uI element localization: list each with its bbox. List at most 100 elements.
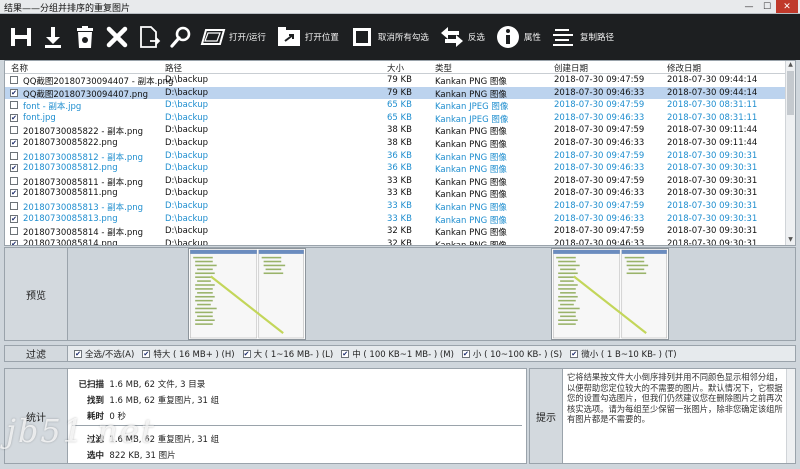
hint-panel: 它将结果按文件大小倒序排列并用不同颜色显示相邻分组，以便帮助您定位较大的不需要的… bbox=[563, 368, 796, 464]
cell-name: 20180730085813 - 副本.png bbox=[23, 203, 144, 213]
table-scrollbar[interactable]: ▲ ▼ bbox=[785, 61, 795, 245]
filter-option[interactable]: ✔ 全选/不选(A) bbox=[74, 348, 134, 360]
row-checkbox[interactable] bbox=[10, 126, 18, 135]
filter-option[interactable]: ✔ 微小 ( 1 B~10 KB- ) (T) bbox=[570, 348, 677, 360]
preview-thumbnail-1[interactable] bbox=[188, 248, 306, 340]
copy-path-label: 复制路径 bbox=[579, 33, 614, 43]
cell-modified: 2018-07-30 08:31:11 bbox=[667, 112, 758, 123]
row-checkbox[interactable] bbox=[10, 151, 18, 160]
cell-name: QQ截图20180730094407.png bbox=[23, 89, 148, 100]
scroll-up-arrow-icon[interactable]: ▲ bbox=[786, 61, 795, 70]
row-checkbox[interactable] bbox=[10, 176, 18, 185]
move-file-icon bbox=[140, 26, 161, 48]
row-checkbox[interactable]: ✔ bbox=[10, 189, 18, 198]
row-checkbox[interactable] bbox=[10, 227, 18, 236]
row-checkbox[interactable] bbox=[10, 76, 18, 84]
open-run-button[interactable]: 打开/运行 bbox=[200, 19, 266, 55]
cell-path: D:\backup bbox=[165, 213, 208, 224]
filter-option[interactable]: ✔ 小 ( 10~100 KB- ) (S) bbox=[461, 348, 563, 360]
scroll-down-arrow-icon[interactable]: ▼ bbox=[786, 236, 795, 245]
preview-thumbnail-2[interactable] bbox=[551, 248, 669, 340]
header-name[interactable]: 名称 bbox=[11, 62, 28, 74]
row-checkbox[interactable] bbox=[10, 101, 18, 110]
cell-name: font - 副本.jpg bbox=[23, 102, 82, 113]
open-location-button[interactable]: 打开位置 bbox=[276, 19, 339, 55]
cell-name: 20180730085822 - 副本.png bbox=[23, 127, 144, 138]
table-row[interactable]: 20180730085813 - 副本.png D:\backup 33 KB Kan… bbox=[5, 200, 785, 213]
filter-option-label: 全选/不选(A) bbox=[85, 349, 135, 360]
scrollbar-thumb[interactable] bbox=[787, 71, 794, 115]
save-icon bbox=[11, 28, 31, 46]
header-path[interactable]: 路径 bbox=[165, 62, 182, 74]
table-row[interactable]: ✔ 20180730085814.png D:\backup 32 KB Kankan … bbox=[5, 238, 785, 246]
save-button[interactable] bbox=[8, 19, 34, 55]
cell-modified: 2018-07-30 09:11:44 bbox=[667, 138, 758, 148]
copy-path-button[interactable]: 复制路径 bbox=[551, 19, 614, 55]
row-checkbox[interactable]: ✔ bbox=[10, 88, 18, 97]
cell-size: 38 KB bbox=[387, 138, 412, 148]
cell-created: 2018-07-30 09:47:59 bbox=[554, 201, 645, 211]
row-checkbox[interactable]: ✔ bbox=[10, 164, 18, 173]
table-row[interactable]: ✔ 20180730085811.png D:\backup 33 KB Kankan … bbox=[5, 187, 785, 200]
close-button[interactable]: ✕ bbox=[776, 0, 798, 13]
filter-checkbox[interactable]: ✔ bbox=[341, 349, 350, 358]
properties-button[interactable]: 属性 bbox=[495, 19, 541, 55]
move-file-button[interactable] bbox=[136, 19, 162, 55]
cell-name: 20180730085812.png bbox=[23, 163, 118, 174]
row-checkbox[interactable]: ✔ bbox=[10, 239, 18, 245]
header-modified[interactable]: 修改日期 bbox=[667, 62, 701, 74]
filter-option-label: 大 ( 1~16 MB- ) (L) bbox=[253, 349, 334, 360]
table-row[interactable]: ✔ font.jpg D:\backup 65 KB Kankan JPEG 图像 201… bbox=[5, 112, 785, 125]
header-type[interactable]: 类型 bbox=[435, 62, 452, 74]
table-row[interactable]: 20180730085811 - 副本.png D:\backup 33 KB Kan… bbox=[5, 175, 785, 188]
hint-text: 它将结果按文件大小倒序排列并用不同颜色显示相邻分组，以便帮助您定位较大的不需要的… bbox=[567, 372, 783, 425]
recycle-button[interactable] bbox=[72, 19, 98, 55]
cell-size: 79 KB bbox=[387, 75, 412, 85]
table-row[interactable]: 20180730085822 - 副本.png D:\backup 38 KB Kan… bbox=[5, 124, 785, 137]
download-button[interactable] bbox=[40, 19, 66, 55]
cell-created: 2018-07-30 09:46:33 bbox=[554, 213, 645, 224]
table-row[interactable]: ✔ 20180730085812.png D:\backup 36 KB Kankan … bbox=[5, 162, 785, 175]
invert-selection-button[interactable]: 反选 bbox=[439, 19, 485, 55]
cell-created: 2018-07-30 09:47:59 bbox=[554, 75, 645, 85]
cell-created: 2018-07-30 09:46:33 bbox=[554, 138, 645, 148]
filter-option[interactable]: ✔ 大 ( 1~16 MB- ) (L) bbox=[242, 348, 334, 360]
filter-checkbox[interactable]: ✔ bbox=[570, 349, 579, 358]
table-row[interactable]: QQ截图20180730094407 - 副本.png D:\backup 79 K… bbox=[5, 74, 785, 87]
search-button[interactable] bbox=[168, 19, 194, 55]
preview-label: 预览 bbox=[4, 247, 68, 341]
download-icon bbox=[45, 27, 61, 48]
filter-option-label: 小 ( 10~100 KB- ) (S) bbox=[472, 349, 563, 360]
table-row[interactable]: ✔ 20180730085813.png D:\backup 33 KB Kankan … bbox=[5, 213, 785, 226]
table-row[interactable]: 20180730085812 - 副本.png D:\backup 36 KB Kan… bbox=[5, 150, 785, 163]
maximize-button[interactable]: ☐ bbox=[758, 0, 776, 13]
row-checkbox[interactable]: ✔ bbox=[10, 214, 18, 223]
row-checkbox[interactable] bbox=[10, 202, 18, 210]
filter-option[interactable]: ✔ 特大 ( 16 MB+ ) (H) bbox=[142, 348, 235, 360]
filter-checkbox[interactable]: ✔ bbox=[461, 349, 470, 358]
table-row[interactable]: ✔ 20180730085822.png D:\backup 38 KB Kankan … bbox=[5, 137, 785, 150]
delete-button[interactable] bbox=[104, 19, 130, 55]
minimize-button[interactable]: — bbox=[740, 0, 758, 13]
filter-checkbox[interactable]: ✔ bbox=[74, 349, 82, 358]
filter-checkbox[interactable]: ✔ bbox=[242, 349, 251, 358]
filter-checkbox[interactable]: ✔ bbox=[142, 349, 151, 358]
properties-label: 属性 bbox=[523, 33, 541, 43]
cell-created: 2018-07-30 09:47:59 bbox=[554, 175, 645, 186]
row-checkbox[interactable]: ✔ bbox=[10, 139, 18, 147]
row-checkbox[interactable]: ✔ bbox=[10, 113, 18, 122]
filter-option[interactable]: ✔ 中 ( 100 KB~1 MB- ) (M) bbox=[341, 348, 454, 360]
header-size[interactable]: 大小 bbox=[387, 62, 404, 74]
cell-type: Kankan PNG 图像 bbox=[435, 240, 507, 246]
table-row[interactable]: ✔ QQ截图20180730094407.png D:\backup 79 KB Kan… bbox=[5, 86, 785, 100]
hint-scrollbar[interactable] bbox=[786, 369, 795, 463]
deselect-all-button[interactable]: 取消所有勾选 bbox=[349, 19, 429, 55]
header-created[interactable]: 创建日期 bbox=[554, 62, 588, 74]
table-row[interactable]: 20180730085814 - 副本.png D:\backup 32 KB Kan… bbox=[5, 225, 785, 238]
table-row[interactable]: font - 副本.jpg D:\backup 65 KB Kankan JPEG 图… bbox=[5, 99, 785, 112]
delete-x-icon bbox=[106, 26, 128, 48]
stat-found: 找到 1.6 MB, 62 重复图片, 31 组 bbox=[76, 394, 219, 406]
filter-options: ✔ 全选/不选(A) ✔ 特大 ( 16 MB+ ) (H) ✔ 大 ( 1~16 MB-… bbox=[68, 345, 796, 362]
cell-type: Kankan JPEG 图像 bbox=[435, 114, 509, 125]
cell-created: 2018-07-30 09:46:33 bbox=[554, 112, 645, 123]
